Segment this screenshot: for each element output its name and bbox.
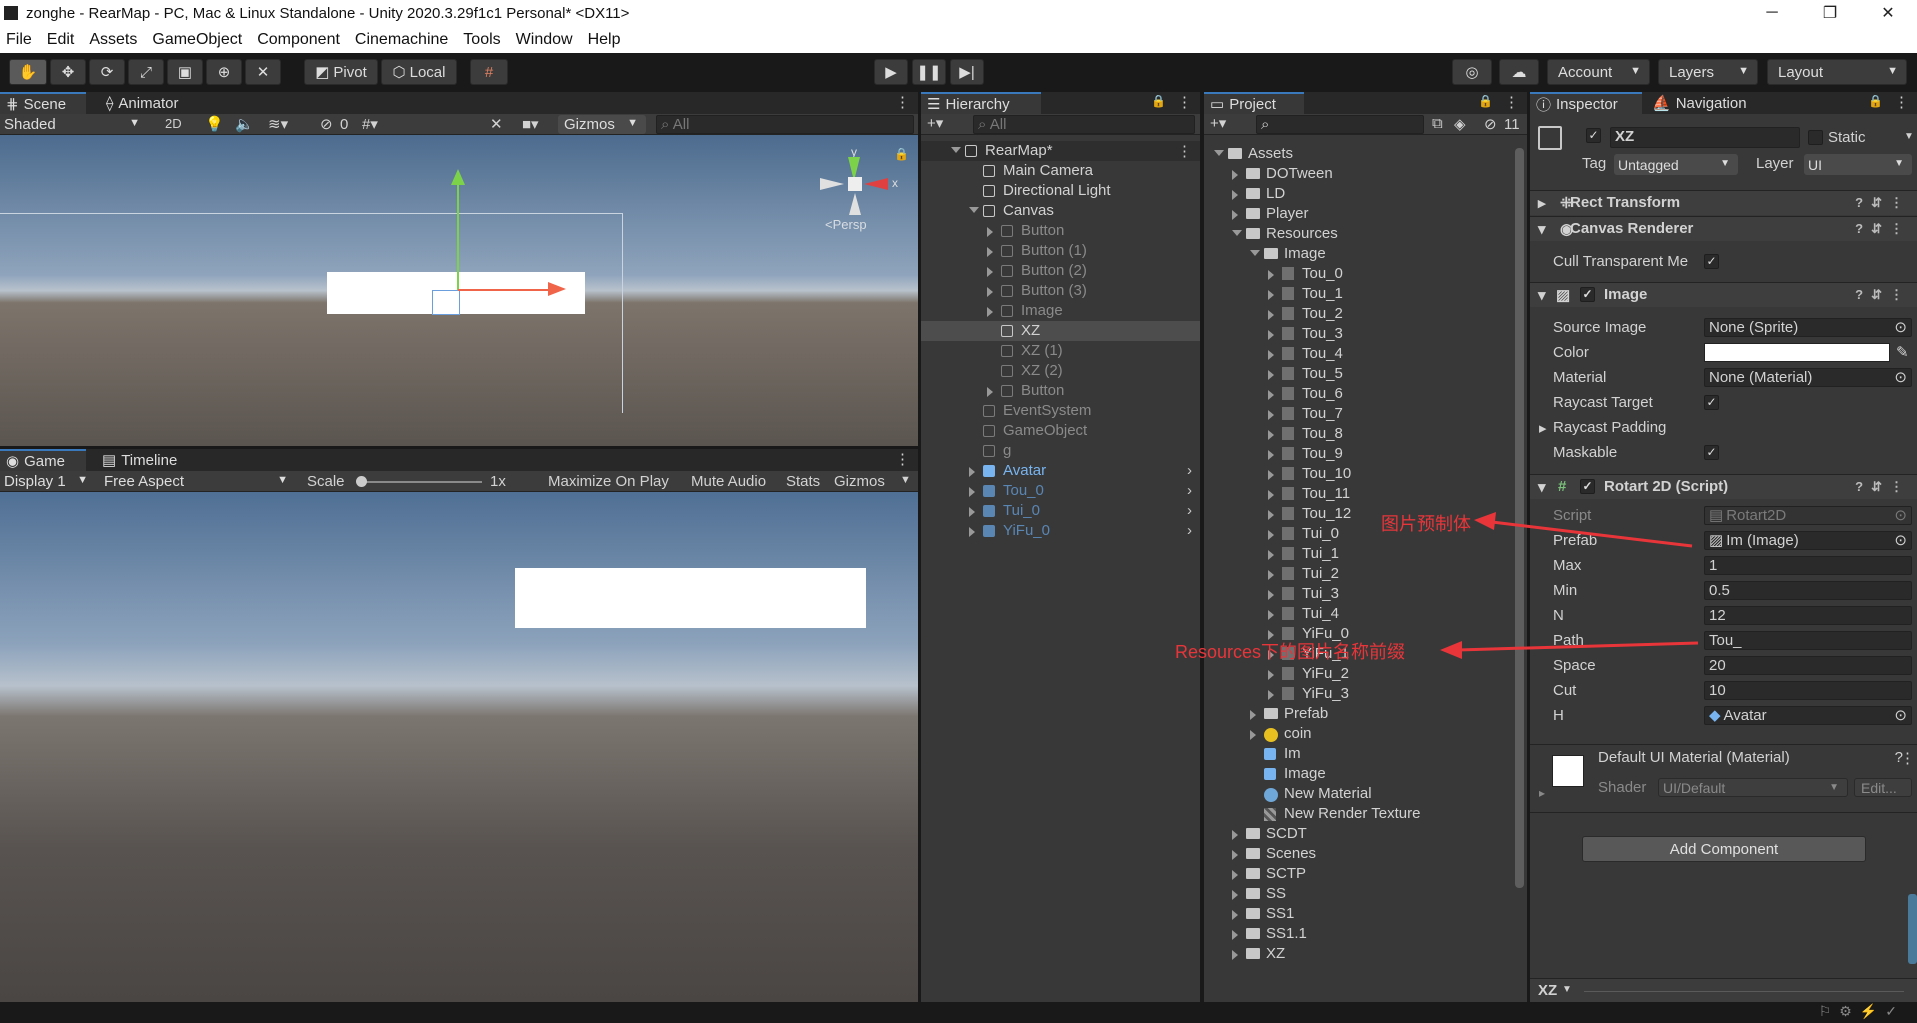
annotation-overlay [1440,512,1699,659]
arrow-left-icon [1474,512,1496,530]
annotation-arrow-prefab [1491,520,1693,548]
arrow-left-icon [1440,641,1462,659]
annotation-arrow-path [1457,641,1699,652]
annotation-path-label: Resources下的图片名称前缀 [1175,642,1406,662]
annotation-prefab-label: 图片预制体 [1381,514,1471,534]
